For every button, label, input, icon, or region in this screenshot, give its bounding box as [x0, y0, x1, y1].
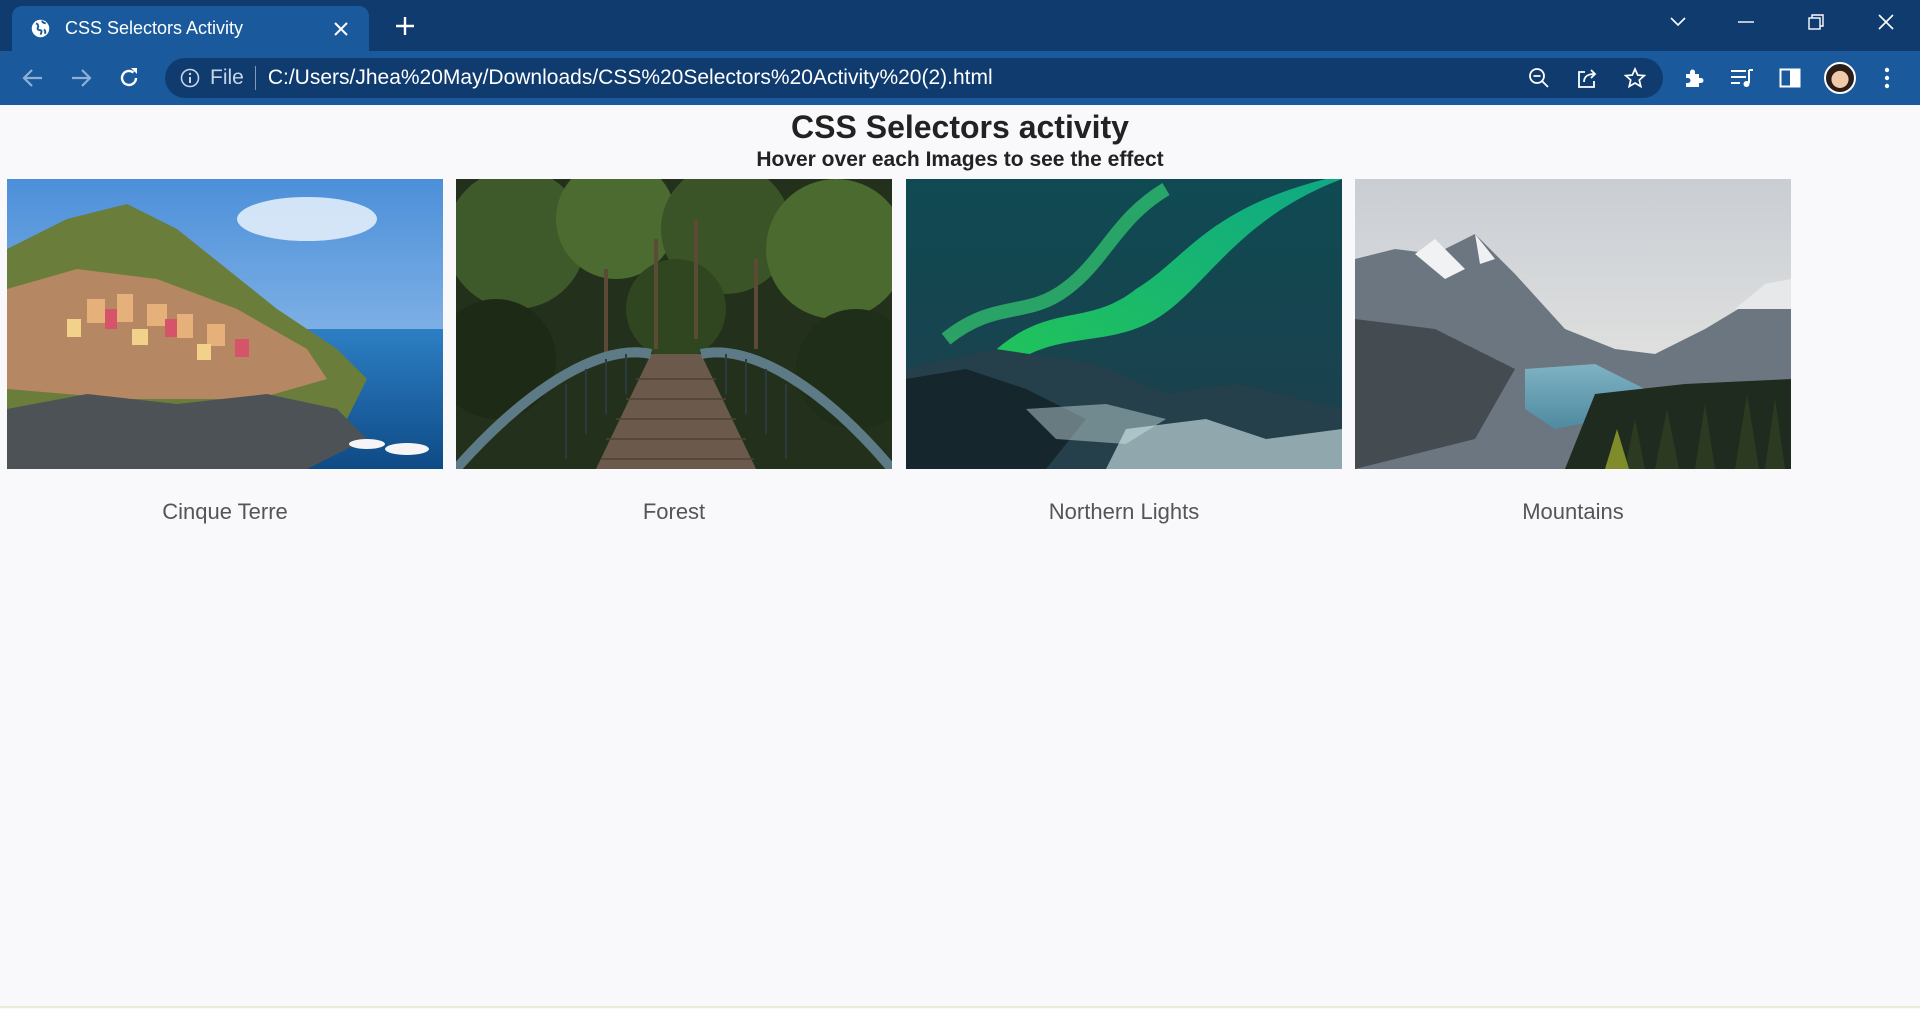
reload-icon: [120, 68, 138, 87]
star-icon[interactable]: [1619, 62, 1651, 94]
close-icon[interactable]: [327, 15, 355, 43]
tab-title: CSS Selectors Activity: [65, 18, 244, 38]
side-panel-icon: [1779, 68, 1801, 88]
browser-toolbar: File C:/Users/Jhea%20May/Downloads/CSS%2…: [0, 51, 1920, 105]
scheme-label: File: [210, 66, 244, 89]
back-icon: [22, 69, 42, 87]
share-icon[interactable]: [1571, 62, 1603, 94]
new-tab-button[interactable]: [390, 11, 420, 41]
page-title: CSS Selectors activity: [791, 109, 1129, 145]
gallery-caption: Forest: [642, 499, 706, 524]
window-close-button[interactable]: [1856, 0, 1916, 44]
tab-search-button[interactable]: [1648, 0, 1708, 44]
globe-icon: [31, 19, 50, 38]
browser-titlebar: CSS Selectors Activity: [0, 0, 1920, 51]
restore-button[interactable]: [1786, 0, 1846, 44]
gallery-card[interactable]: Forest: [436, 159, 916, 524]
gallery-caption: Northern Lights: [1048, 499, 1200, 524]
browser-menu-button[interactable]: [1870, 61, 1904, 95]
url-text[interactable]: C:/Users/Jhea%20May/Downloads/CSS%20Sele…: [268, 66, 993, 90]
media-control-button[interactable]: [1725, 61, 1759, 95]
chevron-down-icon: [1670, 17, 1686, 27]
minimize-icon: [1738, 21, 1754, 23]
window-close-icon: [1878, 14, 1894, 30]
back-button[interactable]: [16, 61, 50, 95]
forward-icon: [72, 69, 92, 87]
gallery-caption: Cinque Terre: [162, 499, 288, 524]
gallery-caption: Mountains: [1522, 499, 1624, 524]
forward-button[interactable]: [64, 61, 98, 95]
mountain-lake-photo[interactable]: [1355, 179, 1791, 469]
zoom-out-icon[interactable]: [1523, 62, 1555, 94]
gallery-card[interactable]: Cinque Terre: [7, 179, 443, 524]
gallery-card[interactable]: Mountains: [1355, 179, 1791, 524]
menu-icon: [1884, 67, 1890, 89]
side-panel-button[interactable]: [1773, 61, 1807, 95]
address-bar[interactable]: File C:/Users/Jhea%20May/Downloads/CSS%2…: [165, 58, 1663, 98]
extensions-button[interactable]: [1677, 61, 1711, 95]
aurora-photo[interactable]: [906, 179, 1342, 469]
page-bottom-divider: [0, 1006, 1920, 1008]
gallery-card[interactable]: Northern Lights: [906, 179, 1342, 524]
forest-bridge-photo[interactable]: [436, 159, 916, 473]
plus-icon: [396, 17, 414, 35]
media-control-icon: [1731, 69, 1753, 87]
info-icon[interactable]: [178, 66, 202, 90]
page-viewport: CSS Selectors activity Hover over each I…: [0, 105, 1920, 1009]
omnibox-divider: [254, 66, 256, 90]
browser-tab[interactable]: CSS Selectors Activity: [12, 6, 369, 51]
minimize-button[interactable]: [1716, 0, 1776, 44]
extensions-icon: [1686, 69, 1704, 87]
reload-button[interactable]: [112, 61, 146, 95]
profile-avatar[interactable]: [1824, 62, 1856, 94]
page-subtitle: Hover over each Images to see the effect: [756, 148, 1164, 171]
coastal-village-photo[interactable]: [7, 179, 443, 469]
restore-icon: [1808, 14, 1824, 30]
